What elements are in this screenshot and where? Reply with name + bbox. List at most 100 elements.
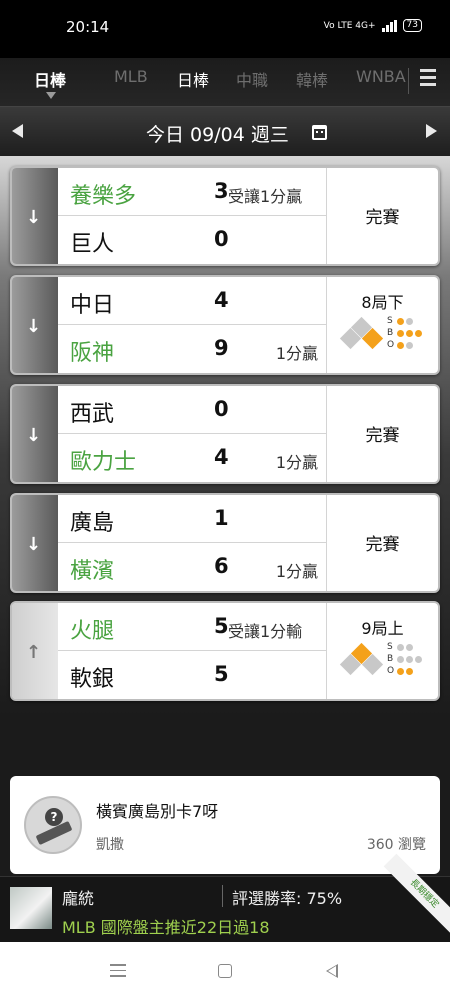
tab-wnba[interactable]: WNBA [356,67,406,86]
home-icon[interactable] [218,964,232,978]
game-status: 8局下 S B O [326,277,438,373]
team-name: 火腿 [70,619,115,644]
game-card[interactable]: ↓ 西武 0 歐力士 4 1分贏 完賽 [10,384,440,484]
team-score: 9 [214,336,229,360]
expand-toggle[interactable]: ↓ [12,495,58,591]
team-row-top: 西武 0 [58,386,326,434]
team-score: 4 [214,445,229,469]
left-arrow-icon[interactable] [12,124,23,138]
calendar-icon[interactable] [312,125,327,140]
tab-kbo[interactable]: 韓棒 [296,67,328,91]
divider [222,885,223,907]
network-label: Vo LTE 4G+ [323,20,376,31]
game-status: 完賽 [326,386,438,482]
game-card[interactable]: ↓ 廣島 1 橫濱 6 1分贏 完賽 [10,493,440,593]
bet-note: 1分贏 [275,562,318,581]
right-arrow-icon[interactable] [426,124,437,138]
signal-icon [381,19,397,32]
team-row-top: 火腿 5 受讓1分輸 [58,603,326,651]
article-author: 凱撒 [96,837,124,853]
system-icons: Vo LTE 4G+ 73 [324,19,422,32]
tab-mlb[interactable]: MLB [114,67,148,86]
team-score: 5 [214,614,229,638]
avatar: ? [24,796,82,854]
chevron-down-icon: ↓ [26,316,42,337]
team-score: 3 [214,179,229,203]
inning-label: 9局上 [361,619,404,638]
final-label: 完賽 [365,535,400,555]
bet-note: 受讓1分輸 [228,622,303,641]
team-score: 1 [214,506,229,530]
bet-note: 受讓1分贏 [228,187,303,206]
expand-toggle[interactable]: ↓ [12,277,58,373]
final-label: 完賽 [365,426,400,446]
expand-toggle[interactable]: ↑ [12,603,58,699]
count-indicator: S B O [387,315,424,351]
team-row-top: 養樂多 3 受讓1分贏 [58,168,326,216]
team-row-bottom: 軟銀 5 [58,651,326,699]
system-nav-bar [0,942,450,1000]
article-views: 360 瀏覽 [366,837,426,853]
game-status: 完賽 [326,495,438,591]
game-status: 9局上 S B O [326,603,438,699]
expand-toggle[interactable]: ↓ [12,386,58,482]
team-name: 阪神 [70,341,115,366]
team-score: 0 [214,397,229,421]
team-row-bottom: 橫濱 6 1分贏 [58,543,326,591]
team-name: 歐力士 [70,450,137,475]
back-icon[interactable] [326,964,338,978]
team-name: 巨人 [70,232,115,257]
count-indicator: S B O [387,641,424,677]
bet-note: 1分贏 [275,453,318,472]
hamburger-icon[interactable] [420,69,436,90]
status-bar: 20:14 Vo LTE 4G+ 73 [0,0,450,58]
team-name: 西武 [70,402,115,427]
chevron-down-icon: ↓ [26,534,42,555]
game-card[interactable]: ↓ 養樂多 3 受讓1分贏 巨人 0 完賽 [10,166,440,266]
league-tabs: 日棒 MLB 日棒 中職 韓棒 WNBA [0,58,450,106]
tab-nippon-current[interactable]: 日棒 [34,67,66,91]
article-title[interactable]: 橫賓廣島別卡7呀 [96,798,218,822]
inning-label: 8局下 [361,293,404,312]
team-name: 廣島 [70,511,115,536]
tab-nippon[interactable]: 日棒 [177,67,209,91]
recent-apps-icon[interactable] [110,964,126,981]
bases-diamond-icon [339,316,385,353]
team-name: 橫濱 [70,559,115,584]
game-card[interactable]: ↑ 火腿 5 受讓1分輸 軟銀 5 9局上 S B O [10,601,440,701]
team-row-bottom: 歐力士 4 1分贏 [58,434,326,482]
team-name: 養樂多 [70,184,137,209]
tab-cpbl[interactable]: 中職 [236,67,268,91]
team-score: 6 [214,554,229,578]
team-row-bottom: 巨人 0 [58,216,326,264]
promo-win-rate: 評選勝率: 75% [232,889,343,908]
team-name: 中日 [70,293,115,318]
promo-headline[interactable]: MLB 國際盤主推近22日過18 [62,914,270,938]
game-status: 完賽 [326,168,438,264]
battery-icon: 73 [402,19,422,32]
expand-toggle[interactable]: ↓ [12,168,58,264]
game-card[interactable]: ↓ 中日 4 阪神 9 1分贏 8局下 S B O [10,275,440,375]
tab-caret-icon [46,92,56,99]
chevron-up-icon: ↑ [26,642,42,663]
team-row-top: 廣島 1 [58,495,326,543]
team-name: 軟銀 [70,667,115,692]
team-score: 4 [214,288,229,312]
final-label: 完賽 [365,208,400,228]
article-card[interactable]: ? 橫賓廣島別卡7呀 凱撒 360 瀏覽 [10,776,440,874]
bet-note: 1分贏 [275,344,318,363]
team-row-bottom: 阪神 9 1分贏 [58,325,326,373]
chevron-down-icon: ↓ [26,207,42,228]
team-row-top: 中日 4 [58,277,326,325]
avatar [10,887,52,929]
bases-diamond-icon [339,642,385,679]
date-bar: 今日 09/04 週三 [0,106,450,156]
team-score: 0 [214,227,229,251]
promo-banner[interactable]: 龐統 評選勝率: 75% MLB 國際盤主推近22日過18 長期穩定 [0,853,450,942]
team-score: 5 [214,662,229,686]
tab-divider [408,68,409,94]
date-label[interactable]: 今日 09/04 週三 [146,120,289,147]
chevron-down-icon: ↓ [26,425,42,446]
status-time: 20:14 [66,18,110,36]
promo-name: 龐統 [62,889,95,908]
